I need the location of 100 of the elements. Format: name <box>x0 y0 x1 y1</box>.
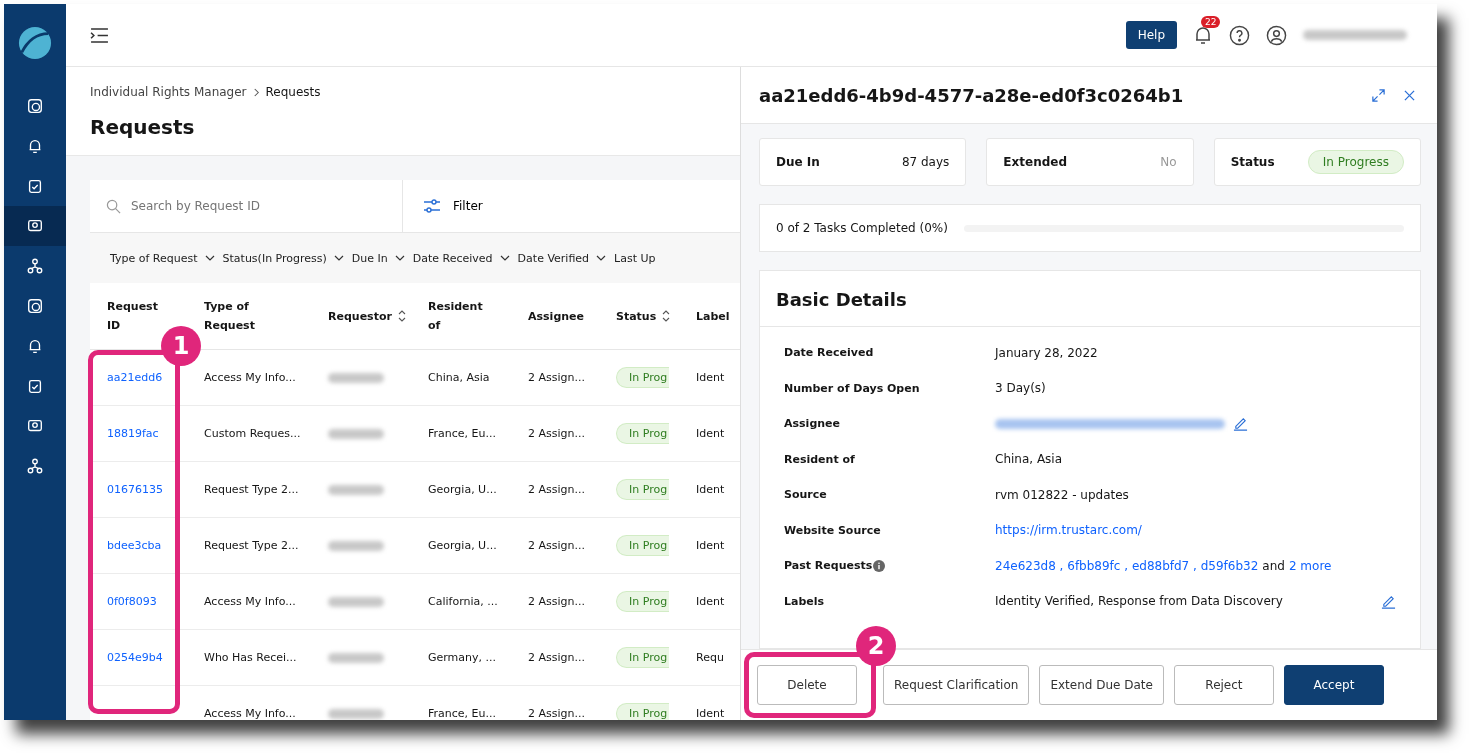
table-cell: 2 Assign... <box>528 427 585 440</box>
table-cell: Ident <box>696 371 725 384</box>
expand-icon[interactable] <box>1371 87 1386 103</box>
action-button[interactable]: Reject <box>1173 665 1274 705</box>
breadcrumb-link[interactable]: Individual Rights Manager <box>90 85 247 99</box>
chevron-down-icon <box>394 255 405 261</box>
detail-value: January 28, 2022 <box>995 345 1098 360</box>
table-cell: Request Type 2... <box>204 483 299 496</box>
status-badge: In Prog <box>616 535 670 556</box>
column-header: Request ID <box>107 299 158 334</box>
clipboard-check-icon <box>26 177 44 195</box>
edit-icon[interactable] <box>1381 593 1396 609</box>
action-button[interactable]: Request Clarification <box>883 665 1030 705</box>
table-cell: Ident <box>696 483 725 496</box>
chevron-down-icon <box>204 255 215 261</box>
more-link[interactable]: 2 more <box>1288 558 1332 573</box>
table-cell: Germany, ... <box>428 651 497 664</box>
chevron-down-icon <box>596 255 607 261</box>
column-header: Status <box>616 308 657 325</box>
sliders-icon <box>423 199 441 213</box>
blurred-name <box>328 372 384 383</box>
table-cell: France, Eu... <box>428 707 496 720</box>
filter-button[interactable]: Filter <box>403 180 489 232</box>
filter-dropdown[interactable]: Date Received <box>412 251 510 265</box>
detail-value: China, Asia <box>995 452 1063 467</box>
stat-value: No <box>1160 155 1177 169</box>
filter-dropdown[interactable]: Status(In Progress) <box>222 251 344 265</box>
action-button[interactable]: Extend Due Date <box>1039 665 1164 705</box>
sort-icon[interactable] <box>397 310 406 322</box>
detail-label: Assignee <box>784 417 840 431</box>
table-cell: Ident <box>696 539 725 552</box>
status-badge: In Progress <box>1307 150 1404 174</box>
detail-label: Website Source <box>784 523 881 537</box>
notification-bell-icon[interactable] <box>1193 24 1213 46</box>
help-icon[interactable] <box>1229 24 1250 46</box>
status-badge: In Prog <box>616 423 670 444</box>
logo-icon <box>18 26 52 60</box>
menu-icon[interactable] <box>90 27 109 43</box>
table-cell: France, Eu... <box>428 427 496 440</box>
table-cell: 2 Assign... <box>528 595 585 608</box>
table-cell: 2 Assign... <box>528 539 585 552</box>
table-cell: Ident <box>696 427 725 440</box>
table-cell: Access My Info... <box>204 707 296 720</box>
request-id-link[interactable]: 18819fac <box>107 427 159 440</box>
table-cell: Georgia, U... <box>428 539 497 552</box>
status-badge: In Prog <box>616 367 670 388</box>
help-button[interactable]: Help <box>1125 21 1177 49</box>
table-cell: China, Asia <box>428 371 490 384</box>
detail-label: Past Requests <box>784 559 873 573</box>
network-icon <box>26 457 44 475</box>
stat-label: Due In <box>776 155 820 169</box>
filter-dropdown[interactable]: Last Up <box>614 251 656 265</box>
column-header: Assignee <box>528 308 584 325</box>
table-cell: Request Type 2... <box>204 539 299 552</box>
table-cell: Access My Info... <box>204 595 296 608</box>
table-cell: Custom Reques... <box>204 427 301 440</box>
detail-label: Date Received <box>784 346 874 360</box>
blurred-name <box>328 428 384 439</box>
blurred-name <box>328 540 384 551</box>
stat-label: Extended <box>1003 155 1067 169</box>
close-icon[interactable] <box>1404 89 1415 101</box>
filter-dropdown[interactable]: Type of Request <box>110 251 215 265</box>
table-cell: Ident <box>696 707 725 720</box>
table-cell: 2 Assign... <box>528 651 585 664</box>
sidebar-item[interactable] <box>4 206 66 246</box>
chevron-right-icon <box>252 87 260 97</box>
request-id-link[interactable]: aa21edd6 <box>107 371 163 384</box>
request-id-link[interactable]: 0254e9b4 <box>107 651 163 664</box>
action-button[interactable]: Delete <box>757 665 857 705</box>
request-id-link[interactable]: 01676135 <box>107 483 163 496</box>
detail-value: rvm 012822 - updates <box>995 487 1129 502</box>
user-avatar-icon[interactable] <box>1266 24 1287 46</box>
column-header: Resident of <box>428 299 483 334</box>
status-badge: In Prog <box>616 703 670 720</box>
filter-dropdown[interactable]: Date Verified <box>517 251 607 265</box>
detail-value: 3 Day(s) <box>995 381 1046 396</box>
action-button[interactable]: Accept <box>1283 665 1384 705</box>
table-cell: Georgia, U... <box>428 483 497 496</box>
table-cell: Who Has Recei... <box>204 651 297 664</box>
request-id-link[interactable]: 0f0f8093 <box>107 595 157 608</box>
sort-icon[interactable] <box>662 310 671 322</box>
table-cell: Access My Info... <box>204 371 296 384</box>
edit-icon[interactable] <box>1233 416 1248 432</box>
detail-label: Resident of <box>784 452 855 466</box>
website-link[interactable]: https://irm.trustarc.com/ <box>995 523 1142 538</box>
column-header: Type of Request <box>204 299 255 334</box>
panel-title: aa21edd6-4b9d-4577-a28e-ed0f3c0264b1 <box>759 84 1184 106</box>
request-id-link[interactable]: bdee3cba <box>107 539 162 552</box>
filter-dropdown[interactable]: Due In <box>351 251 405 265</box>
status-badge: In Prog <box>616 591 670 612</box>
detail-value: and <box>1262 558 1285 573</box>
blurred-name <box>328 596 384 607</box>
stat-value: 87 days <box>901 155 950 169</box>
search-field[interactable]: Search by Request ID <box>129 198 373 214</box>
table-cell: California, ... <box>428 595 498 608</box>
breadcrumb-current: Requests <box>265 85 321 99</box>
network-icon <box>26 257 44 275</box>
table-cell: 2 Assign... <box>528 707 585 720</box>
past-request-links[interactable]: 24e623d8 , 6fbb89fc , ed88bfd7 , d59f6b32 <box>995 558 1259 573</box>
table-cell: Ident <box>696 595 725 608</box>
